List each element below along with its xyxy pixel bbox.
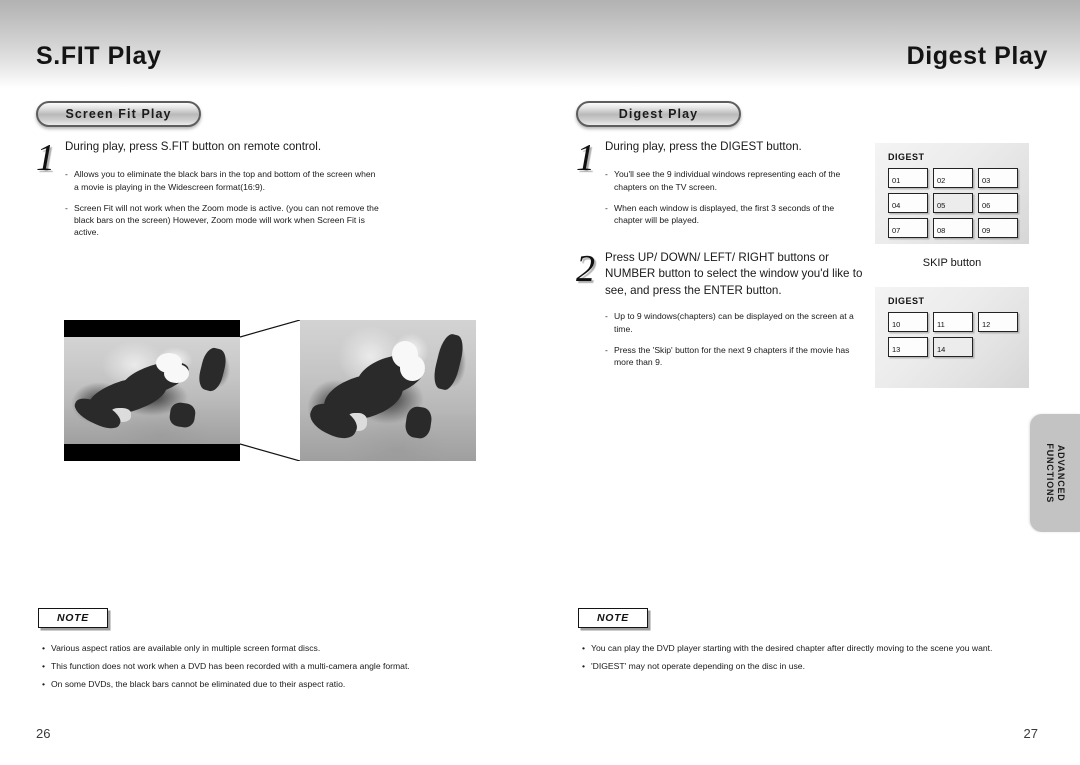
digest-cell[interactable]: 13 (888, 337, 928, 357)
left-step-1-sublist: - Allows you to eliminate the black bars… (65, 168, 380, 238)
right-page-title: Digest Play (906, 42, 1048, 70)
chapter-side-tab[interactable]: ADVANCED FUNCTIONS (1030, 414, 1080, 532)
dash-marker: - (605, 311, 608, 322)
manual-spread: S.FIT Play Screen Fit Play 1 During play… (0, 0, 1080, 765)
right-step-1: 1 During play, press the DIGEST button. … (576, 139, 866, 235)
digest-cell[interactable]: 02 (933, 168, 973, 188)
left-step-1-text: During play, press S.FIT button on remot… (65, 140, 322, 153)
bullet-marker: • (42, 661, 46, 672)
digest-cell[interactable]: 14 (933, 337, 973, 357)
dash-marker: - (605, 202, 608, 213)
chapter-side-tab-label: ADVANCED FUNCTIONS (1044, 443, 1067, 503)
right-step-2-number: 2 (576, 248, 595, 290)
dash-marker: - (65, 169, 68, 180)
screenfit-photo (300, 320, 476, 461)
digest-panel-2-label: DIGEST (888, 296, 925, 306)
right-note-item-1: • 'DIGEST' may not operate depending on … (582, 661, 805, 672)
right-step-1-sublist: - You'll see the 9 individual windows re… (605, 168, 863, 226)
left-step-1-number: 1 (36, 137, 55, 179)
digest-cell[interactable]: 07 (888, 218, 928, 238)
left-section-pill: Screen Fit Play (36, 101, 201, 127)
right-step-2: 2 Press UP/ DOWN/ LEFT/ RIGHT buttons or… (576, 250, 868, 377)
right-step-2-sub-1: - Press the 'Skip' button for the next 9… (605, 344, 850, 367)
right-note-badge: NOTE (578, 608, 648, 628)
dash-marker: - (605, 169, 608, 180)
right-section-pill-label: Digest Play (618, 106, 699, 121)
left-note-item-1: • This function does not work when a DVD… (42, 661, 410, 672)
side-tab-line-1: ADVANCED (1056, 444, 1067, 502)
digest-cell[interactable]: 06 (978, 193, 1018, 213)
digest-cell[interactable]: 03 (978, 168, 1018, 188)
digest-panel-2: DIGEST 10 11 12 13 14 (875, 287, 1029, 388)
right-note-item-0: • You can play the DVD player starting w… (582, 643, 993, 653)
digest-cell[interactable]: 09 (978, 218, 1018, 238)
letterbox-photo (64, 320, 240, 461)
digest-cell-selected[interactable]: 05 (933, 193, 973, 213)
right-page-number: 27 (1023, 726, 1038, 741)
left-page-title: S.FIT Play (36, 42, 162, 70)
left-section-pill-label: Screen Fit Play (65, 106, 172, 121)
left-step-1: 1 During play, press S.FIT button on rem… (36, 139, 381, 247)
right-step-2-sublist: - Up to 9 windows(chapters) can be displ… (605, 310, 863, 368)
dash-marker: - (605, 344, 608, 355)
bullet-marker: • (42, 643, 46, 653)
left-note-item-2: • On some DVDs, the black bars cannot be… (42, 679, 346, 690)
left-note-item-0: • Various aspect ratios are available on… (42, 643, 321, 653)
digest-panel-1: DIGEST 01 02 03 04 05 06 07 08 09 (875, 143, 1029, 244)
right-section-pill: Digest Play (576, 101, 741, 127)
right-step-1-number: 1 (576, 137, 595, 179)
right-step-1-text: During play, press the DIGEST button. (605, 140, 802, 153)
left-note-label: NOTE (57, 612, 89, 624)
digest-cell[interactable]: 08 (933, 218, 973, 238)
bullet-marker: • (582, 643, 586, 653)
left-page-number: 26 (36, 726, 51, 741)
right-note-label: NOTE (597, 612, 629, 624)
bullet-marker: • (582, 661, 586, 672)
digest-panel-1-label: DIGEST (888, 152, 925, 162)
left-note-list: • Various aspect ratios are available on… (42, 642, 512, 696)
right-step-1-sub-0: - You'll see the 9 individual windows re… (605, 169, 841, 192)
digest-cell[interactable]: 12 (978, 312, 1018, 332)
right-note-list: • You can play the DVD player starting w… (582, 642, 1032, 678)
bullet-marker: • (42, 679, 46, 690)
left-step-1-sub-1: - Screen Fit will not work when the Zoom… (65, 202, 379, 238)
figure-connector-lines (240, 320, 300, 461)
screen-fit-figure (64, 320, 476, 464)
left-step-1-sub-0: - Allows you to eliminate the black bars… (65, 169, 376, 192)
skip-button-label: SKIP button (922, 257, 982, 269)
right-step-1-sub-1: - When each window is displayed, the fir… (605, 202, 835, 226)
side-tab-line-2: FUNCTIONS (1045, 443, 1056, 503)
right-step-2-text: Press UP/ DOWN/ LEFT/ RIGHT buttons or N… (605, 251, 863, 297)
digest-cell[interactable]: 10 (888, 312, 928, 332)
dash-marker: - (65, 202, 68, 213)
right-step-2-sub-0: - Up to 9 windows(chapters) can be displ… (605, 311, 854, 334)
digest-cell[interactable]: 11 (933, 312, 973, 332)
digest-cell[interactable]: 01 (888, 168, 928, 188)
left-note-badge: NOTE (38, 608, 108, 628)
digest-cell[interactable]: 04 (888, 193, 928, 213)
